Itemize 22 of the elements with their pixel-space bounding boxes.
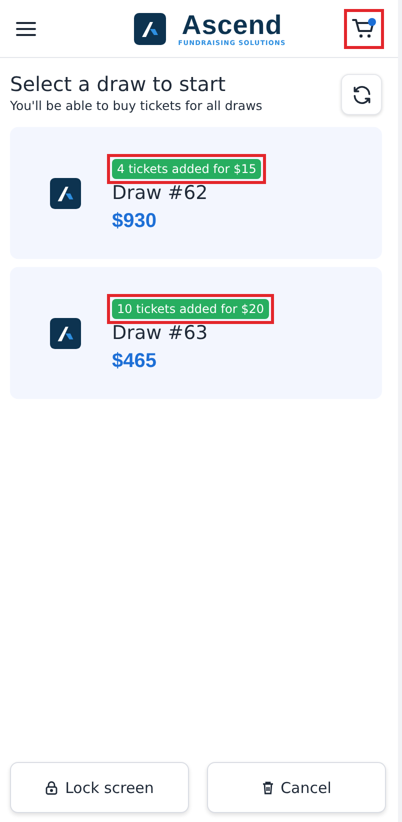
page-title: Select a draw to start [10,72,227,96]
tickets-badge: 10 tickets added for $20 [112,298,270,318]
refresh-button[interactable] [341,74,382,115]
logo-icon [50,178,81,208]
draw-card[interactable]: 10 tickets added for $20 Draw #63 $465 [10,267,382,399]
draw-card[interactable]: 4 tickets added for $15 Draw #62 $930 [10,127,382,259]
cancel-button[interactable]: Cancel [207,762,386,813]
trash-icon[interactable] [262,780,274,794]
draw-amount: $930 [112,210,156,232]
brand-name: Ascend [182,10,282,38]
draw-name: Draw #62 [112,182,208,204]
logo-icon [134,12,166,44]
draw-name: Draw #63 [112,322,208,344]
tickets-badge: 4 tickets added for $15 [112,158,262,178]
cart-button[interactable] [344,8,384,48]
cart-icon[interactable] [352,18,376,40]
lock-screen-button[interactable]: Lock screen [10,762,189,813]
menu-icon[interactable] [16,20,36,36]
page-subtitle: You'll be able to buy tickets for all draws [10,98,262,113]
lock-icon[interactable] [45,780,58,794]
logo-icon [50,318,81,348]
draw-amount: $465 [112,350,156,372]
